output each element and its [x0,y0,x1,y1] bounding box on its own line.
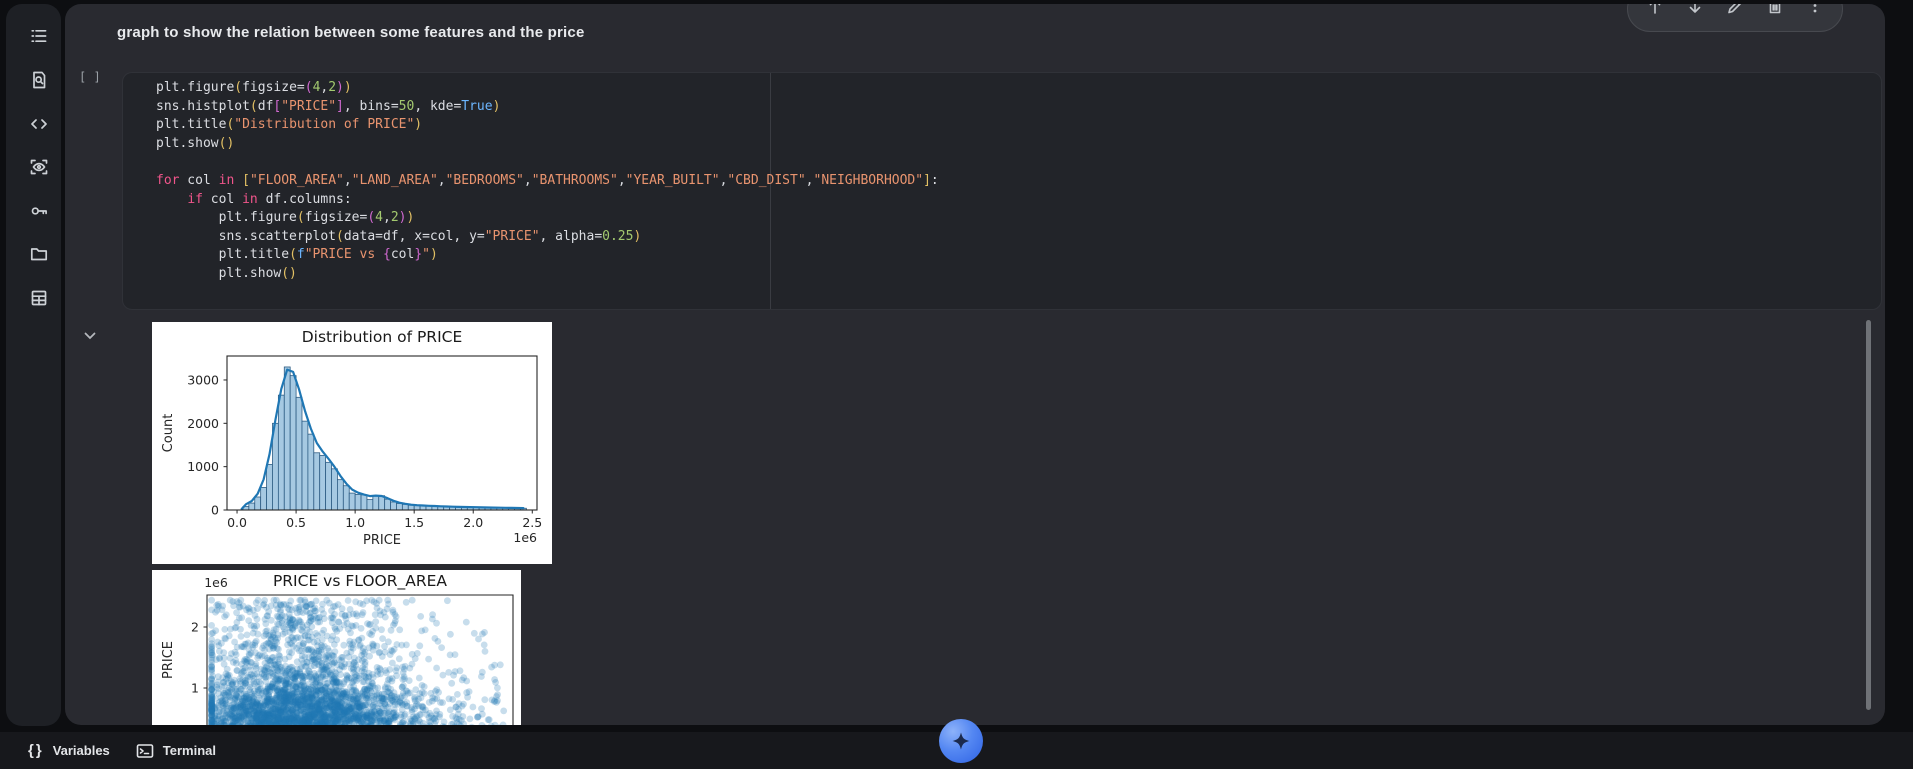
svg-text:0.0: 0.0 [227,515,247,530]
svg-text:1e6: 1e6 [204,575,228,590]
eye-scan-icon[interactable] [21,149,57,185]
svg-text:2.5: 2.5 [522,515,542,530]
svg-text:Count: Count [161,414,176,453]
svg-text:Distribution of PRICE: Distribution of PRICE [302,328,463,346]
svg-text:1000: 1000 [187,459,219,474]
svg-text:1.5: 1.5 [404,515,424,530]
find-replace-icon[interactable] [21,62,57,98]
svg-text:1: 1 [191,681,199,696]
output-scrollbar[interactable] [1866,320,1871,710]
output-collapse-chevron[interactable] [79,326,101,348]
svg-text:3000: 3000 [187,372,219,387]
execution-indicator[interactable]: [ ] [79,70,101,84]
table-grid-icon[interactable] [21,280,57,316]
files-folder-icon[interactable] [21,236,57,272]
svg-text:1e6: 1e6 [513,530,537,545]
move-cell-down-icon[interactable] [1682,4,1708,27]
left-sidebar [6,4,61,726]
edit-icon[interactable] [1722,4,1748,27]
notebook-panel: graph to show the relation between some … [65,4,1885,725]
scatter-chart: 1 2 PRICE vs FLOOR_AREA 1e6 PRICE [161,572,514,725]
cell-title: graph to show the relation between some … [117,24,585,41]
gemini-spark-button[interactable] [939,719,983,763]
svg-text:PRICE: PRICE [363,533,401,548]
variables-label: Variables [52,743,110,758]
terminal-label: Terminal [162,743,217,758]
terminal-icon [136,743,154,758]
bottom-bar: {} Variables Terminal [0,719,1913,769]
gemini-spark-icon [952,732,970,750]
svg-text:0: 0 [211,503,219,518]
code-cell[interactable]: plt.figure(figsize=(4,2)) sns.histplot(df… [122,72,1882,310]
braces-icon: {} [28,742,44,759]
cell-toolbar [1627,4,1843,32]
delete-icon[interactable] [1762,4,1788,27]
svg-text:0.5: 0.5 [286,515,306,530]
move-cell-up-icon[interactable] [1642,4,1668,27]
svg-text:2000: 2000 [187,416,219,431]
svg-text:2: 2 [191,620,199,635]
svg-text:PRICE vs FLOOR_AREA: PRICE vs FLOOR_AREA [273,572,447,591]
code-snippets-icon[interactable] [21,106,57,142]
more-options-icon[interactable] [1802,4,1828,27]
variables-button[interactable]: {} Variables [28,742,110,759]
terminal-button[interactable]: Terminal [136,743,216,759]
histogram-chart: 0.0 0.5 1.0 1.5 2.0 2.5 0 1000 2000 3000 Distribut… [161,328,542,548]
svg-text:1.0: 1.0 [345,515,365,530]
svg-text:PRICE: PRICE [161,641,176,679]
svg-text:2.0: 2.0 [463,515,483,530]
secrets-key-icon[interactable] [21,193,57,229]
colab-window: graph to show the relation between some … [0,0,1913,769]
table-of-contents-icon[interactable] [21,18,57,54]
histogram-figure: 0.0 0.5 1.0 1.5 2.0 2.5 0 1000 2000 3000 Distribut… [152,322,552,564]
scatter-figure: 1 2 PRICE vs FLOOR_AREA 1e6 PRICE [152,570,521,725]
code-lines[interactable]: plt.figure(figsize=(4,2)) sns.histplot(df… [156,79,939,284]
